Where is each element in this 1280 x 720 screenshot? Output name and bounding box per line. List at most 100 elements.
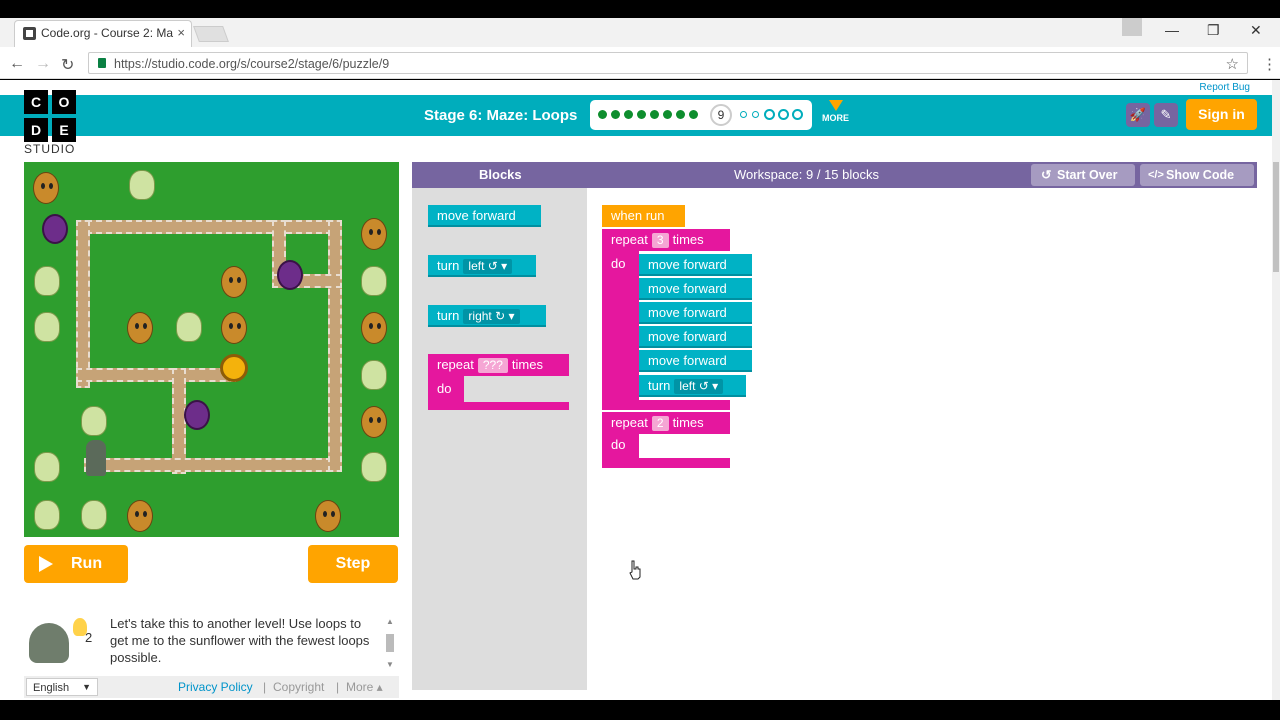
turn-left-block[interactable]: turn left ↺ ▾ xyxy=(428,255,536,277)
show-code-label: Show Code xyxy=(1166,168,1235,182)
times-label: times xyxy=(672,415,704,430)
scroll-up-icon[interactable]: ▲ xyxy=(386,617,394,626)
maze-canvas xyxy=(24,162,399,537)
browser-tab[interactable]: Code.org - Course 2: Ma × xyxy=(14,20,192,47)
hint-scrollbar[interactable]: ▲ ▼ xyxy=(386,617,394,673)
progress-dot-unvisited[interactable] xyxy=(752,111,759,118)
forward-icon[interactable]: → xyxy=(35,55,51,73)
url-input[interactable]: https://studio.code.org/s/course2/stage/… xyxy=(88,52,1248,74)
start-over-button[interactable]: ↺ Start Over xyxy=(1031,164,1135,186)
progress-dot-completed[interactable] xyxy=(663,110,672,119)
repeat-count-field[interactable]: 3 xyxy=(651,233,669,248)
logo-letter: O xyxy=(52,90,76,114)
pencil-icon[interactable]: ✎ xyxy=(1154,103,1178,127)
wallnut-obstacle xyxy=(221,312,247,344)
progress-dot-unvisited[interactable] xyxy=(740,111,747,118)
lock-icon xyxy=(98,58,106,68)
wallnut-obstacle xyxy=(127,312,153,344)
reload-icon[interactable]: ↻ xyxy=(61,55,74,75)
report-bug-link[interactable]: Report Bug xyxy=(1199,82,1250,93)
back-icon[interactable]: ← xyxy=(9,55,25,73)
codeorg-favicon-icon xyxy=(23,27,36,40)
progress-dot-unvisited[interactable] xyxy=(778,109,789,120)
direction-dropdown[interactable]: left ↺ ▾ xyxy=(674,379,724,394)
progress-dot-current[interactable]: 9 xyxy=(710,104,732,126)
privacy-policy-link[interactable]: Privacy Policy xyxy=(178,680,253,694)
logo-letter: E xyxy=(52,118,76,142)
progress-dot-completed[interactable] xyxy=(637,110,646,119)
repeat-block[interactable]: repeat??? times xyxy=(428,354,569,376)
squash-obstacle xyxy=(129,170,155,200)
turn-left-block[interactable]: turn left ↺ ▾ xyxy=(639,375,746,397)
repeat-label: repeat xyxy=(611,415,648,430)
rocket-icon[interactable]: 🚀 xyxy=(1126,103,1150,127)
language-value: English xyxy=(33,682,70,694)
copyright-link[interactable]: Copyright xyxy=(273,680,324,694)
page-scrollbar[interactable] xyxy=(1272,80,1280,700)
squash-obstacle xyxy=(361,266,387,296)
move-forward-block[interactable]: move forward xyxy=(639,254,752,276)
scroll-thumb[interactable] xyxy=(386,634,394,652)
step-button[interactable]: Step xyxy=(308,545,398,583)
code-panel-header: Blocks Workspace: 9 / 15 blocks ↺ Start … xyxy=(412,162,1257,188)
move-forward-block[interactable]: move forward xyxy=(639,278,752,300)
tab-strip xyxy=(0,18,1280,47)
new-tab-button[interactable] xyxy=(193,26,229,42)
code-studio-logo[interactable]: C O D E xyxy=(24,90,76,142)
chomper-obstacle xyxy=(277,260,303,290)
progress-dot-unvisited[interactable] xyxy=(792,109,803,120)
direction-dropdown[interactable]: left ↺ ▾ xyxy=(463,259,513,274)
more-button[interactable]: MORE xyxy=(822,100,849,123)
repeat-count-field[interactable]: 2 xyxy=(651,416,669,431)
start-over-icon: ↺ xyxy=(1041,168,1052,182)
logo-letter: D xyxy=(24,118,48,142)
progress-dot-completed[interactable] xyxy=(598,110,607,119)
squash-obstacle xyxy=(361,360,387,390)
minimize-icon[interactable]: — xyxy=(1165,22,1179,38)
wallnut-obstacle xyxy=(33,172,59,204)
more-link[interactable]: More ▴ xyxy=(346,680,383,694)
sign-in-button[interactable]: Sign in xyxy=(1186,99,1257,130)
language-select[interactable]: English ▼ xyxy=(26,678,98,696)
scroll-down-icon[interactable]: ▼ xyxy=(386,660,394,669)
workspace-title: Workspace: 9 / 15 blocks xyxy=(734,167,879,182)
progress-dot-completed[interactable] xyxy=(650,110,659,119)
direction-dropdown[interactable]: right ↻ ▾ xyxy=(463,309,520,324)
browser-menu-icon[interactable]: ⋮ xyxy=(1262,55,1277,73)
tab-close-icon[interactable]: × xyxy=(177,25,185,40)
turn-right-block[interactable]: turn right ↻ ▾ xyxy=(428,305,546,327)
when-run-block[interactable]: when run xyxy=(602,205,685,227)
chomper-obstacle xyxy=(42,214,68,244)
logo-studio-text: STUDIO xyxy=(24,142,76,156)
bookmark-star-icon[interactable]: ☆ xyxy=(1226,55,1239,73)
maze-path xyxy=(76,220,90,388)
repeat-label: repeat xyxy=(611,232,648,247)
turn-label: turn xyxy=(648,378,671,393)
progress-dot-unvisited[interactable] xyxy=(764,109,775,120)
squash-obstacle xyxy=(34,452,60,482)
repeat-label: repeat xyxy=(437,357,474,372)
move-forward-block[interactable]: move forward xyxy=(639,350,752,372)
footer: English ▼ Privacy Policy | Copyright | M… xyxy=(24,676,399,698)
squash-obstacle xyxy=(34,500,60,530)
move-forward-block[interactable]: move forward xyxy=(428,205,541,227)
repeat-2-block[interactable]: repeat 2 times xyxy=(602,412,730,434)
repeat-count-field[interactable]: ??? xyxy=(477,358,508,373)
run-button[interactable]: Run xyxy=(24,545,128,583)
progress-dot-completed[interactable] xyxy=(611,110,620,119)
progress-dot-completed[interactable] xyxy=(624,110,633,119)
progress-dot-completed[interactable] xyxy=(676,110,685,119)
chomper-obstacle xyxy=(184,400,210,430)
move-forward-block[interactable]: move forward xyxy=(639,326,752,348)
repeat-3-block[interactable]: repeat 3 times xyxy=(602,229,730,251)
show-code-button[interactable]: </> Show Code xyxy=(1140,164,1254,186)
sunflower-goal xyxy=(220,354,248,382)
close-window-icon[interactable]: ✕ xyxy=(1250,22,1262,39)
restore-icon[interactable]: ❐ xyxy=(1207,22,1220,39)
profile-icon[interactable] xyxy=(1122,18,1142,36)
address-toolbar: ← → ↻ https://studio.code.org/s/course2/… xyxy=(0,47,1280,79)
progress-dot-completed[interactable] xyxy=(689,110,698,119)
hint-count: 2 xyxy=(85,630,93,645)
move-forward-block[interactable]: move forward xyxy=(639,302,752,324)
stage-title[interactable]: Stage 6: Maze: Loops xyxy=(424,107,577,124)
